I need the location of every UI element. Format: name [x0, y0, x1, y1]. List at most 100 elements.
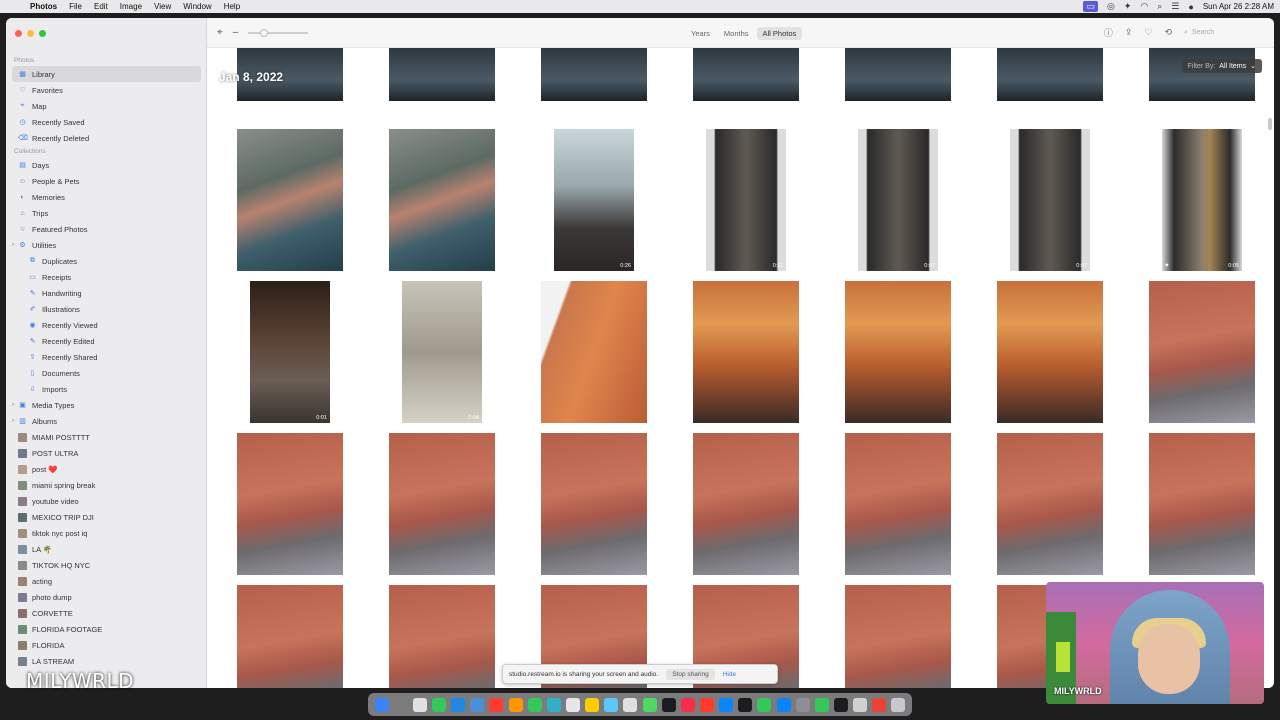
sparkle-icon[interactable]: ✦	[1124, 1, 1132, 12]
sidebar-item-memories[interactable]: ◐ Memories	[6, 189, 207, 205]
sidebar-item-media-types[interactable]: › ▣ Media Types	[6, 397, 207, 413]
dock-app-icon[interactable]	[623, 697, 638, 712]
dock-app-icon[interactable]	[412, 697, 427, 712]
share-icon[interactable]: ⇪	[1125, 27, 1133, 38]
sidebar-item-photo-dump[interactable]: photo dump	[6, 589, 207, 605]
photo-thumbnail[interactable]	[541, 433, 647, 575]
photo-thumbnail[interactable]	[997, 433, 1103, 575]
sidebar-item-la-stream[interactable]: LA STREAM	[6, 653, 207, 669]
zoom-out-icon[interactable]: –	[233, 27, 239, 38]
photo-thumbnail[interactable]: 0:26	[554, 129, 634, 271]
photo-thumbnail[interactable]	[237, 433, 343, 575]
photo-thumbnail[interactable]	[845, 585, 951, 688]
dock-app-icon[interactable]	[565, 697, 580, 712]
sidebar-item-albums[interactable]: › ▥ Albums	[6, 413, 207, 429]
sidebar-item-recently-shared[interactable]: ⇪ Recently Shared	[6, 349, 207, 365]
tab-years[interactable]: Years	[685, 27, 716, 40]
photo-thumbnail[interactable]	[997, 48, 1103, 101]
menu-file[interactable]: File	[69, 2, 82, 11]
sidebar-item-utilities[interactable]: › ⚙ Utilities	[6, 237, 207, 253]
sidebar-item-favorites[interactable]: ♡ Favorites	[6, 82, 207, 98]
sidebar-item-recently-saved[interactable]: ◷ Recently Saved	[6, 114, 207, 130]
photo-thumbnail[interactable]	[389, 433, 495, 575]
photo-thumbnail[interactable]	[389, 129, 495, 271]
menu-window[interactable]: Window	[183, 2, 211, 11]
sidebar-item-featured-photos[interactable]: ☆ Featured Photos	[6, 221, 207, 237]
sidebar-item-library[interactable]: ▦ Library	[12, 66, 201, 82]
dock-app-icon[interactable]	[833, 697, 848, 712]
photo-thumbnail[interactable]	[237, 129, 343, 271]
photo-thumbnail[interactable]: 0:11	[706, 129, 786, 271]
dock-app-icon[interactable]	[470, 697, 485, 712]
photo-thumbnail[interactable]	[389, 48, 495, 101]
favorite-icon[interactable]: ♡	[1144, 27, 1152, 38]
photo-thumbnail[interactable]: 0:07	[1010, 129, 1090, 271]
photo-thumbnail[interactable]	[693, 48, 799, 101]
sidebar-item-youtube-video[interactable]: youtube video	[6, 493, 207, 509]
dock-app-icon[interactable]	[546, 697, 561, 712]
dock-app-icon[interactable]	[527, 697, 542, 712]
photo-thumbnail[interactable]	[1149, 433, 1255, 575]
dock-app-icon[interactable]	[374, 697, 389, 712]
sidebar-item-days[interactable]: ▤ Days	[6, 157, 207, 173]
photo-thumbnail[interactable]: 0:05 ♥	[1162, 129, 1242, 271]
menu-bar-clock[interactable]: Sun Apr 26 2:28 AM	[1203, 2, 1274, 11]
zoom-slider[interactable]	[248, 28, 309, 37]
screen-share-icon[interactable]: ▭	[1083, 1, 1098, 12]
menu-app-photos[interactable]: Photos	[30, 2, 57, 11]
dock-app-icon[interactable]	[795, 697, 810, 712]
dock-app-icon[interactable]	[431, 697, 446, 712]
sidebar-item-post-ultra[interactable]: POST ULTRA	[6, 445, 207, 461]
photo-thumbnail[interactable]	[845, 48, 951, 101]
photo-thumbnail[interactable]	[693, 433, 799, 575]
sidebar-item-post[interactable]: post ❤️	[6, 461, 207, 477]
disclosure-chevron-icon[interactable]: ›	[12, 418, 14, 424]
photo-thumbnail[interactable]	[237, 585, 343, 688]
scrollbar[interactable]	[1268, 118, 1272, 130]
sidebar-item-illustrations[interactable]: ✐ Illustrations	[6, 301, 207, 317]
dock-app-icon[interactable]	[661, 697, 676, 712]
control-center-icon[interactable]: ☰	[1171, 1, 1179, 12]
sidebar-item-imports[interactable]: ⇩ Imports	[6, 381, 207, 397]
wifi-icon[interactable]: ◠	[1140, 1, 1148, 12]
dock-app-icon[interactable]	[872, 697, 887, 712]
dock-app-icon[interactable]	[853, 697, 868, 712]
close-window-button[interactable]	[15, 30, 22, 37]
dock-app-icon[interactable]	[738, 697, 753, 712]
sidebar-item-recently-deleted[interactable]: ⌫ Recently Deleted	[6, 130, 207, 146]
sidebar-item-map[interactable]: ⌖ Map	[6, 98, 207, 114]
photo-thumbnail[interactable]	[541, 281, 647, 423]
rotate-icon[interactable]: ⟲	[1164, 27, 1172, 38]
dock-app-icon[interactable]	[642, 697, 657, 712]
photo-thumbnail[interactable]	[389, 585, 495, 688]
dock-app-icon[interactable]	[699, 697, 714, 712]
disclosure-chevron-icon[interactable]: ›	[12, 402, 14, 408]
dock-app-icon[interactable]	[451, 697, 466, 712]
sidebar-item-tiktok-nyc-post-iq[interactable]: tiktok nyc post iq	[6, 525, 207, 541]
sidebar-item-receipts[interactable]: ▭ Receipts	[6, 269, 207, 285]
sidebar-item-florida[interactable]: FLORIDA	[6, 637, 207, 653]
dock-app-icon[interactable]	[604, 697, 619, 712]
sidebar-item-corvette[interactable]: CORVETTE	[6, 605, 207, 621]
zoom-window-button[interactable]	[39, 30, 46, 37]
photo-thumbnail[interactable]	[845, 433, 951, 575]
menu-help[interactable]: Help	[224, 2, 240, 11]
creative-cloud-icon[interactable]: ◎	[1107, 1, 1115, 12]
zoom-slider-knob[interactable]	[260, 28, 269, 37]
sidebar-item-tiktok-hq-nyc[interactable]: TIKTOK HQ NYC	[6, 557, 207, 573]
dock-app-icon[interactable]	[585, 697, 600, 712]
dock-app-icon[interactable]	[776, 697, 791, 712]
sidebar-item-recently-edited[interactable]: ✎ Recently Edited	[6, 333, 207, 349]
photo-thumbnail[interactable]	[1149, 281, 1255, 423]
sidebar-item-miami-spring-break[interactable]: miami spring break	[6, 477, 207, 493]
stop-sharing-button[interactable]: Stop sharing	[666, 668, 715, 680]
dock-app-icon[interactable]	[814, 697, 829, 712]
dock-app-icon[interactable]	[891, 697, 906, 712]
tab-months[interactable]: Months	[718, 27, 755, 40]
sidebar-item-la[interactable]: LA 🌴	[6, 541, 207, 557]
search-field[interactable]: ⌕ Search	[1184, 26, 1264, 39]
sidebar-item-mexico-trip-dji[interactable]: MEXICO TRIP DJI	[6, 509, 207, 525]
photo-thumbnail[interactable]	[845, 281, 951, 423]
minimize-window-button[interactable]	[27, 30, 34, 37]
dock-app-icon[interactable]	[489, 697, 504, 712]
